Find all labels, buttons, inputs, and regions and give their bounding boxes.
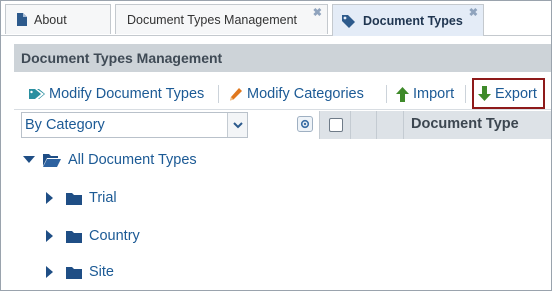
tags-icon: [28, 88, 45, 100]
close-icon[interactable]: ✖: [469, 8, 478, 19]
tab-strip: About Document Types Management ✖ Docume…: [1, 1, 551, 36]
toolbar-divider: [218, 85, 219, 103]
tree-node-label: Trial: [89, 190, 117, 206]
export-button[interactable]: Export: [472, 78, 545, 109]
document-icon: [16, 13, 27, 26]
modify-document-types-button[interactable]: Modify Document Types: [28, 82, 204, 106]
tree-node-country[interactable]: Country: [46, 228, 140, 244]
tree-node-all-document-types[interactable]: All Document Types: [23, 152, 197, 168]
tree-node-label: Country: [89, 228, 140, 244]
modify-categories-label: Modify Categories: [247, 86, 364, 102]
category-filter-value: By Category: [25, 117, 105, 133]
folder-icon: [66, 266, 82, 279]
column-header-document-type[interactable]: Document Type: [411, 116, 519, 132]
import-button[interactable]: Import: [396, 82, 454, 106]
close-icon[interactable]: ✖: [313, 8, 322, 19]
tree-node-site[interactable]: Site: [46, 264, 114, 280]
folder-open-icon: [43, 153, 61, 167]
toolbar: Modify Document Types Modify Categories …: [14, 78, 551, 110]
category-filter-select[interactable]: By Category: [21, 112, 248, 138]
app-window: About Document Types Management ✖ Docume…: [0, 0, 552, 291]
tab-label: About: [34, 12, 67, 27]
caret-down-icon[interactable]: [23, 156, 35, 164]
tab-document-types[interactable]: Document Types ✖: [332, 4, 484, 36]
import-label: Import: [413, 86, 455, 102]
chevron-down-icon[interactable]: [227, 113, 247, 137]
tree-node-label: Site: [89, 264, 114, 280]
folder-icon: [66, 192, 82, 205]
modify-categories-button[interactable]: Modify Categories: [228, 82, 364, 106]
tab-label: Document Types Management: [127, 12, 298, 27]
grid-header: Document Type: [319, 111, 551, 139]
toolbar-divider: [465, 85, 466, 103]
tree-node-trial[interactable]: Trial: [46, 190, 117, 206]
folder-icon: [66, 230, 82, 243]
pencil-icon: [228, 87, 243, 102]
tab-document-types-management[interactable]: Document Types Management ✖: [115, 4, 328, 34]
caret-right-icon[interactable]: [46, 192, 58, 204]
refresh-icon[interactable]: [297, 116, 313, 132]
caret-right-icon[interactable]: [46, 230, 58, 242]
panel-title: Document Types Management: [14, 44, 551, 72]
caret-right-icon[interactable]: [46, 266, 58, 278]
toolbar-divider: [386, 85, 387, 103]
arrow-down-icon: [478, 86, 491, 101]
arrow-up-icon: [396, 86, 409, 102]
tab-about[interactable]: About: [5, 4, 111, 34]
filter-row: By Category: [14, 111, 324, 139]
column-divider: [403, 111, 404, 139]
tab-label: Document Types: [363, 13, 463, 28]
select-all-checkbox[interactable]: [329, 118, 343, 132]
column-divider: [376, 111, 377, 139]
tag-icon: [341, 14, 356, 28]
modify-document-types-label: Modify Document Types: [49, 86, 205, 102]
column-divider: [350, 111, 351, 139]
export-label: Export: [495, 85, 537, 102]
tree-node-label: All Document Types: [68, 152, 197, 168]
